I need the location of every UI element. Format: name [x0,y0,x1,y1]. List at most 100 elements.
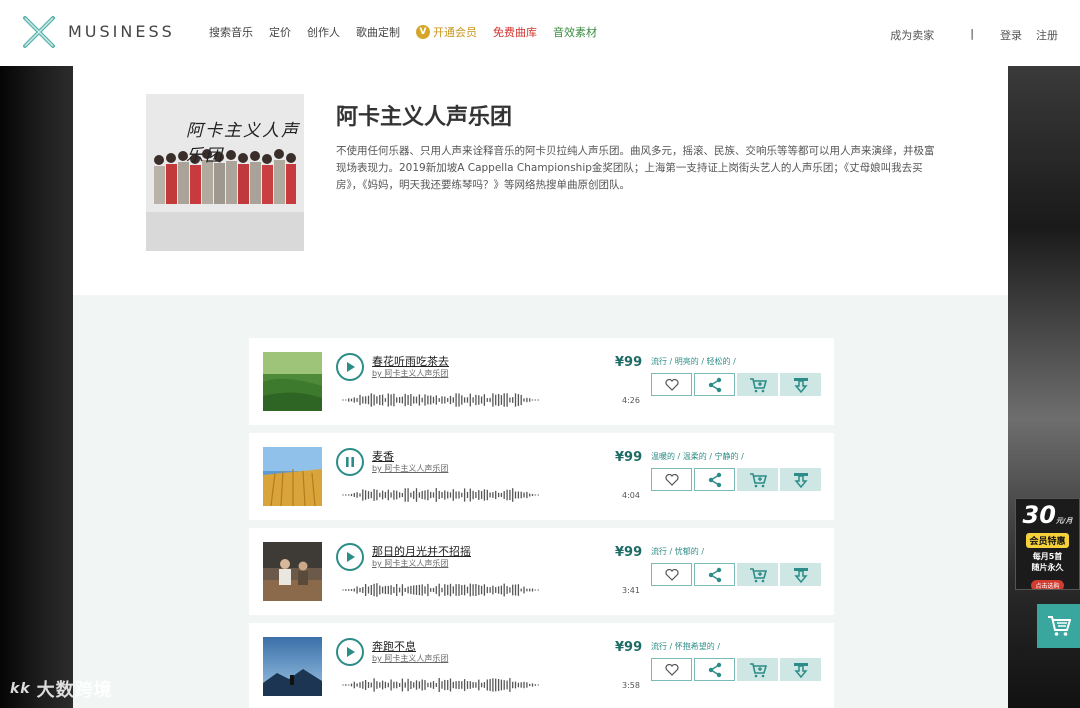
heart-icon [664,473,679,486]
share-icon [708,662,721,677]
track-duration: 3:58 [622,681,640,690]
track-cover-image[interactable] [263,542,322,601]
download-icon [793,567,808,583]
promo-price-unit: 元/月 [1055,517,1073,525]
play-button[interactable] [336,353,364,381]
add-to-cart-button[interactable] [737,658,778,681]
cover-calligraphy: 阿卡主义人声乐团 [186,121,300,166]
heart-icon [664,568,679,581]
track-artist[interactable]: by 阿卡主义人声乐团 [372,653,448,664]
nav-membership[interactable]: V 开通会员 [416,24,477,40]
track-tags[interactable]: 温暖的 / 温柔的 / 宁静的 / [651,451,744,462]
play-icon [347,362,355,372]
nav-custom-songs[interactable]: 歌曲定制 [356,24,400,40]
vip-badge-icon: V [416,25,430,39]
track-cover-image[interactable] [263,352,322,411]
nav-creators[interactable]: 创作人 [307,24,340,40]
waveform[interactable] [339,392,545,408]
brand-name[interactable]: MUSINESS [68,22,175,41]
track-artist[interactable]: by 阿卡主义人声乐团 [372,558,448,569]
download-button[interactable] [780,563,821,586]
track-tags[interactable]: 流行 / 忧郁的 / [651,546,704,557]
waveform[interactable] [339,582,545,598]
track-price: ¥99 [615,450,643,465]
play-button[interactable] [336,638,364,666]
watermark-text: 大数跨境 [36,680,113,701]
track-actions [651,563,823,586]
cart-plus-icon [749,567,767,582]
login-link[interactable]: 登录 [1000,27,1022,43]
nav-sound-effects[interactable]: 音效素材 [553,24,597,40]
track-tags[interactable]: 流行 / 明亮的 / 轻松的 / [651,356,736,367]
page-background-left [0,66,73,708]
track-cover-image[interactable] [263,637,322,696]
floating-cart-button[interactable] [1037,604,1080,648]
waveform[interactable] [339,677,545,693]
nav-pricing[interactable]: 定价 [269,24,291,40]
promo-price-number: 30元/月 [1022,501,1073,529]
track-price: ¥99 [615,355,643,370]
track-title[interactable]: 奔跑不息 [372,638,416,654]
nav-free-library[interactable]: 免费曲库 [493,24,537,40]
track-artist[interactable]: by 阿卡主义人声乐团 [372,368,448,379]
site-header: MUSINESS 搜索音乐 定价 创作人 歌曲定制 V 开通会员 免费曲库 音效… [0,0,1080,66]
download-button[interactable] [780,658,821,681]
track-row: 春花听雨吃茶去 by 阿卡主义人声乐团 4:26 ¥99 流行 / 明亮的 / … [249,338,834,425]
share-button[interactable] [694,563,735,586]
download-button[interactable] [780,468,821,491]
share-button[interactable] [694,373,735,396]
pause-icon [346,457,354,467]
track-title[interactable]: 春花听雨吃茶去 [372,353,449,369]
artist-profile: 阿卡主义人声乐团 阿卡主义人声乐团 不使用任何乐器、只用人声来诠释音乐的阿卡贝拉… [73,66,1008,295]
download-icon [793,662,808,678]
nav-search-music[interactable]: 搜索音乐 [209,24,253,40]
header-separator: | [970,27,974,40]
track-title[interactable]: 那日的月光并不招摇 [372,543,471,559]
share-icon [708,377,721,392]
play-button[interactable] [336,543,364,571]
membership-promo-banner[interactable]: 30元/月 会员特惠 每月5首 随片永久 点击选购 [1015,498,1080,590]
musiness-logo-icon[interactable] [21,14,57,50]
favorite-button[interactable] [651,373,692,396]
heart-icon [664,378,679,391]
track-duration: 4:04 [622,491,640,500]
favorite-button[interactable] [651,468,692,491]
main-content: 阿卡主义人声乐团 阿卡主义人声乐团 不使用任何乐器、只用人声来诠释音乐的阿卡贝拉… [73,66,1008,708]
play-icon [347,647,355,657]
track-tags[interactable]: 流行 / 怀抱希望的 / [651,641,720,652]
add-to-cart-button[interactable] [737,468,778,491]
promo-buy-button[interactable]: 点击选购 [1031,580,1064,589]
share-button[interactable] [694,468,735,491]
track-artist[interactable]: by 阿卡主义人声乐团 [372,463,448,474]
download-button[interactable] [780,373,821,396]
share-button[interactable] [694,658,735,681]
heart-icon [664,663,679,676]
waveform[interactable] [339,487,545,503]
add-to-cart-button[interactable] [737,563,778,586]
track-price: ¥99 [615,545,643,560]
artist-cover-image: 阿卡主义人声乐团 [146,94,304,251]
download-icon [793,472,808,488]
track-actions [651,658,823,681]
share-icon [708,567,721,582]
favorite-button[interactable] [651,563,692,586]
track-row: 那日的月光并不招摇 by 阿卡主义人声乐团 3:41 ¥99 流行 / 忧郁的 … [249,528,834,615]
favorite-button[interactable] [651,658,692,681]
track-duration: 3:41 [622,586,640,595]
main-nav: 搜索音乐 定价 创作人 歌曲定制 V 开通会员 免费曲库 音效素材 [209,24,613,40]
track-title[interactable]: 麦香 [372,448,394,464]
play-icon [347,552,355,562]
track-duration: 4:26 [622,396,640,405]
watermark: kk 大数跨境 [10,676,113,702]
add-to-cart-button[interactable] [737,373,778,396]
cart-plus-icon [749,472,767,487]
promo-line: 随片永久 [1031,563,1064,572]
track-row: 麦香 by 阿卡主义人声乐团 4:04 ¥99 温暖的 / 温柔的 / 宁静的 … [249,433,834,520]
pause-button[interactable] [336,448,364,476]
cart-plus-icon [749,662,767,677]
artist-description: 不使用任何乐器、只用人声来诠释音乐的阿卡贝拉纯人声乐团。曲风多元，摇滚、民族、交… [336,145,935,191]
cart-icon [1047,616,1071,636]
become-seller-link[interactable]: 成为卖家 [890,27,934,43]
register-link[interactable]: 注册 [1036,27,1058,43]
track-cover-image[interactable] [263,447,322,506]
